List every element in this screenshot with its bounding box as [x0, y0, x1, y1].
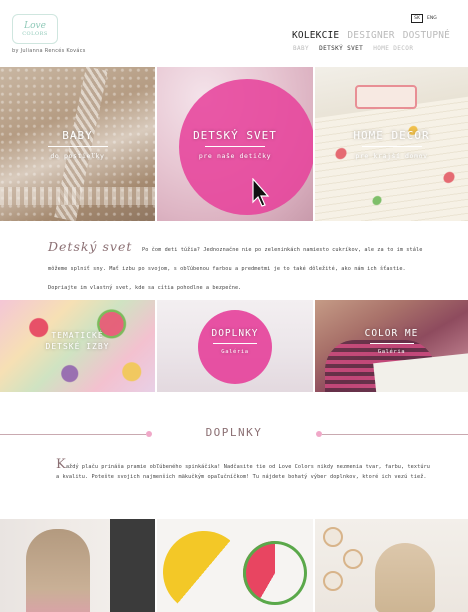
lang-eng-button[interactable]: ENG: [425, 14, 439, 23]
language-switcher: SK ENG: [411, 14, 439, 23]
tile-divider: [213, 343, 257, 344]
section-paragraph: Každý plaču prináša pramie obľúbeného sp…: [56, 457, 436, 482]
tile-product-deer[interactable]: [315, 519, 468, 612]
tile-caption: HOME DECOR pre krajší domov: [315, 129, 468, 160]
tile-photo-detail: [157, 519, 257, 612]
tile-title: HOME DECOR: [353, 129, 430, 142]
logo-wordmark: Love: [24, 20, 46, 31]
tile-title: TEMATICKÉ DETSKÉ IZBY: [45, 331, 110, 351]
tile-photo-detail: [323, 527, 343, 547]
tile-detsky-svet[interactable]: DETSKÝ SVET pre naše detičky: [157, 67, 313, 221]
tile-divider: [361, 146, 422, 147]
tile-product-fruit-pillows[interactable]: [157, 519, 313, 612]
tile-subtitle: pre krajší domov: [355, 152, 428, 160]
intro-section: Detský svet Po čom deti túžia? Jednoznač…: [48, 236, 428, 293]
intro-title: Detský svet: [48, 239, 133, 254]
tile-photo-detail: [243, 541, 307, 605]
tile-photo-detail: [110, 519, 155, 612]
subnav-baby[interactable]: BABY: [293, 45, 309, 52]
nav-kolekcie[interactable]: KOLEKCIE: [292, 30, 339, 41]
tile-tematicke-izby[interactable]: TEMATICKÉ DETSKÉ IZBY: [0, 300, 155, 392]
tile-caption: TEMATICKÉ DETSKÉ IZBY: [0, 330, 155, 352]
section-title: DOPLNKY: [205, 426, 263, 439]
tile-caption: COLOR ME Galéria: [315, 328, 468, 355]
tile-title: COLOR ME: [364, 328, 419, 339]
tile-photo-detail: [375, 543, 435, 612]
tile-doplnky[interactable]: DOPLNKY Galéria: [157, 300, 313, 392]
tile-baby[interactable]: BABY do postieľky: [0, 67, 155, 221]
tile-product-bunny[interactable]: [0, 519, 155, 612]
tile-caption: BABY do postieľky: [0, 129, 155, 160]
tile-subtitle: pre naše detičky: [198, 152, 272, 160]
lang-sk-button[interactable]: SK: [411, 14, 423, 23]
tile-subtitle: do postieľky: [50, 152, 105, 160]
tile-title: DOPLNKY: [211, 328, 259, 339]
site-header: Love COLORS by Julianna Rencés Kovács SK…: [0, 0, 468, 66]
section-text: aždý plaču prináša pramie obľúbeného spi…: [56, 464, 431, 480]
subnav-detsky-svet[interactable]: DETSKÝ SVET: [319, 45, 363, 52]
tile-photo-detail: [343, 549, 363, 569]
tile-color-me[interactable]: COLOR ME Galéria: [315, 300, 468, 392]
tile-subtitle: Galéria: [377, 349, 406, 355]
divider-line: [322, 434, 468, 435]
tile-photo-detail: [0, 187, 155, 205]
tile-title: DETSKÝ SVET: [193, 129, 277, 142]
mouse-cursor-icon: [252, 178, 270, 207]
logo[interactable]: Love COLORS: [12, 14, 58, 44]
section-divider: DOPLNKY: [0, 420, 468, 450]
sub-nav: BABY DETSKÝ SVET HOME DECOR: [293, 45, 413, 52]
nav-designer[interactable]: DESIGNER: [347, 30, 394, 41]
tile-subtitle: Galéria: [221, 349, 249, 355]
main-nav: KOLEKCIE DESIGNER DOSTUPNÉ: [292, 30, 450, 41]
tile-title: BABY: [62, 129, 93, 142]
tile-photo-detail: [355, 85, 417, 109]
tile-photo-detail: [26, 529, 90, 612]
tile-divider: [47, 146, 108, 147]
tile-home-decor[interactable]: HOME DECOR pre krajší domov: [315, 67, 468, 221]
drop-cap: K: [56, 457, 66, 472]
nav-dostupne[interactable]: DOSTUPNÉ: [403, 30, 450, 41]
tile-photo-detail: [323, 571, 343, 591]
logo-subword: COLORS: [22, 30, 48, 37]
tile-divider: [205, 146, 265, 147]
tile-caption: DOPLNKY Galéria: [157, 328, 313, 355]
subnav-home-decor[interactable]: HOME DECOR: [373, 45, 413, 52]
logo-byline: by Julianna Rencés Kovács: [12, 48, 86, 54]
tile-divider: [369, 343, 414, 344]
tile-caption: DETSKÝ SVET pre naše detičky: [157, 129, 313, 160]
